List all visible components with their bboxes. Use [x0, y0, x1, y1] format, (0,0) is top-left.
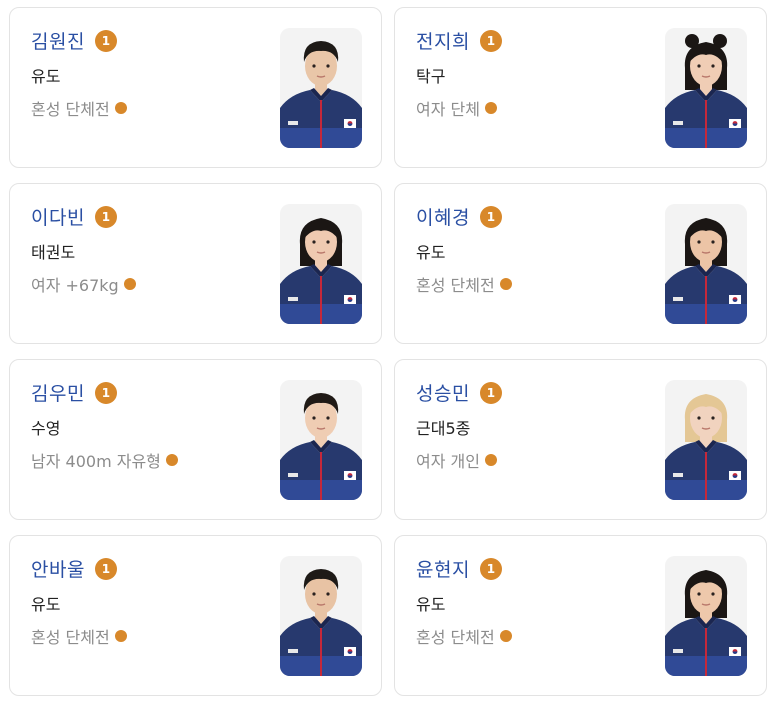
- athlete-card[interactable]: 안바울 1 유도 혼성 단체전: [9, 535, 382, 696]
- name-row: 전지희 1: [416, 27, 502, 54]
- gold-medal-icon: 1: [94, 205, 117, 228]
- gold-medal-icon: 1: [479, 29, 502, 52]
- name-row: 이다빈 1: [31, 203, 117, 230]
- name-row: 안바울 1: [31, 555, 117, 582]
- medal-dot-icon: [114, 630, 127, 642]
- event-label: 혼성 단체전: [416, 276, 495, 295]
- event-label: 혼성 단체전: [31, 628, 110, 647]
- athlete-name[interactable]: 안바울: [31, 555, 85, 582]
- athlete-card[interactable]: 김원진 1 유도 혼성 단체전: [9, 7, 382, 168]
- name-row: 김원진 1: [31, 27, 117, 54]
- athlete-name[interactable]: 이혜경: [416, 203, 470, 230]
- sport-label: 유도: [31, 67, 61, 86]
- medal-dot-icon: [114, 102, 127, 114]
- athlete-photo[interactable]: [280, 204, 362, 324]
- sport-label: 탁구: [416, 67, 446, 86]
- athlete-photo[interactable]: [665, 380, 747, 500]
- name-row: 김우민 1: [31, 379, 117, 406]
- portrait-graphic: [665, 28, 747, 148]
- event-label: 혼성 단체전: [416, 628, 495, 647]
- event-label: 여자 +67kg: [31, 276, 119, 295]
- medal-dot-icon: [499, 278, 512, 290]
- sport-label: 근대5종: [416, 419, 471, 438]
- athlete-name[interactable]: 성승민: [416, 379, 470, 406]
- portrait-graphic: [280, 380, 362, 500]
- athlete-card[interactable]: 전지희 1 탁구 여자 단체: [394, 7, 767, 168]
- event-label: 여자 개인: [416, 452, 480, 471]
- sport-label: 수영: [31, 419, 61, 438]
- medal-dot-icon: [165, 454, 178, 466]
- sport-label: 태권도: [31, 243, 76, 262]
- event-label: 여자 단체: [416, 100, 480, 119]
- event-label: 남자 400m 자유형: [31, 452, 161, 471]
- gold-medal-icon: 1: [94, 557, 117, 580]
- name-row: 윤현지 1: [416, 555, 502, 582]
- sport-label: 유도: [31, 595, 61, 614]
- athlete-photo[interactable]: [665, 556, 747, 676]
- event-label: 혼성 단체전: [31, 100, 110, 119]
- event-row: 여자 +67kg: [31, 272, 136, 296]
- portrait-graphic: [280, 28, 362, 148]
- event-row: 혼성 단체전: [31, 624, 127, 648]
- athlete-name[interactable]: 김원진: [31, 27, 85, 54]
- athlete-photo[interactable]: [665, 28, 747, 148]
- athlete-name[interactable]: 김우민: [31, 379, 85, 406]
- athlete-name[interactable]: 이다빈: [31, 203, 85, 230]
- athlete-photo[interactable]: [665, 204, 747, 324]
- portrait-graphic: [280, 204, 362, 324]
- athlete-photo[interactable]: [280, 556, 362, 676]
- athlete-card[interactable]: 윤현지 1 유도 혼성 단체전: [394, 535, 767, 696]
- sport-label: 유도: [416, 243, 446, 262]
- athlete-card[interactable]: 김우민 1 수영 남자 400m 자유형: [9, 359, 382, 520]
- event-row: 여자 단체: [416, 96, 497, 120]
- event-row: 여자 개인: [416, 448, 497, 472]
- athlete-card[interactable]: 이다빈 1 태권도 여자 +67kg: [9, 183, 382, 344]
- athlete-card[interactable]: 이혜경 1 유도 혼성 단체전: [394, 183, 767, 344]
- medal-dot-icon: [484, 102, 497, 114]
- portrait-graphic: [665, 204, 747, 324]
- gold-medal-icon: 1: [479, 205, 502, 228]
- medal-dot-icon: [499, 630, 512, 642]
- athlete-photo[interactable]: [280, 28, 362, 148]
- gold-medal-icon: 1: [94, 29, 117, 52]
- event-row: 남자 400m 자유형: [31, 448, 178, 472]
- portrait-graphic: [665, 380, 747, 500]
- medal-dot-icon: [123, 278, 136, 290]
- event-row: 혼성 단체전: [416, 624, 512, 648]
- athlete-card[interactable]: 성승민 1 근대5종 여자 개인: [394, 359, 767, 520]
- event-row: 혼성 단체전: [31, 96, 127, 120]
- athlete-grid: 김원진 1 유도 혼성 단체전 전지희 1 탁구 여자 단체 이다빈 1 태권도…: [0, 0, 775, 705]
- event-row: 혼성 단체전: [416, 272, 512, 296]
- gold-medal-icon: 1: [94, 381, 117, 404]
- name-row: 이혜경 1: [416, 203, 502, 230]
- gold-medal-icon: 1: [479, 557, 502, 580]
- name-row: 성승민 1: [416, 379, 502, 406]
- portrait-graphic: [665, 556, 747, 676]
- portrait-graphic: [280, 556, 362, 676]
- sport-label: 유도: [416, 595, 446, 614]
- gold-medal-icon: 1: [479, 381, 502, 404]
- athlete-name[interactable]: 윤현지: [416, 555, 470, 582]
- medal-dot-icon: [484, 454, 497, 466]
- athlete-photo[interactable]: [280, 380, 362, 500]
- athlete-name[interactable]: 전지희: [416, 27, 470, 54]
